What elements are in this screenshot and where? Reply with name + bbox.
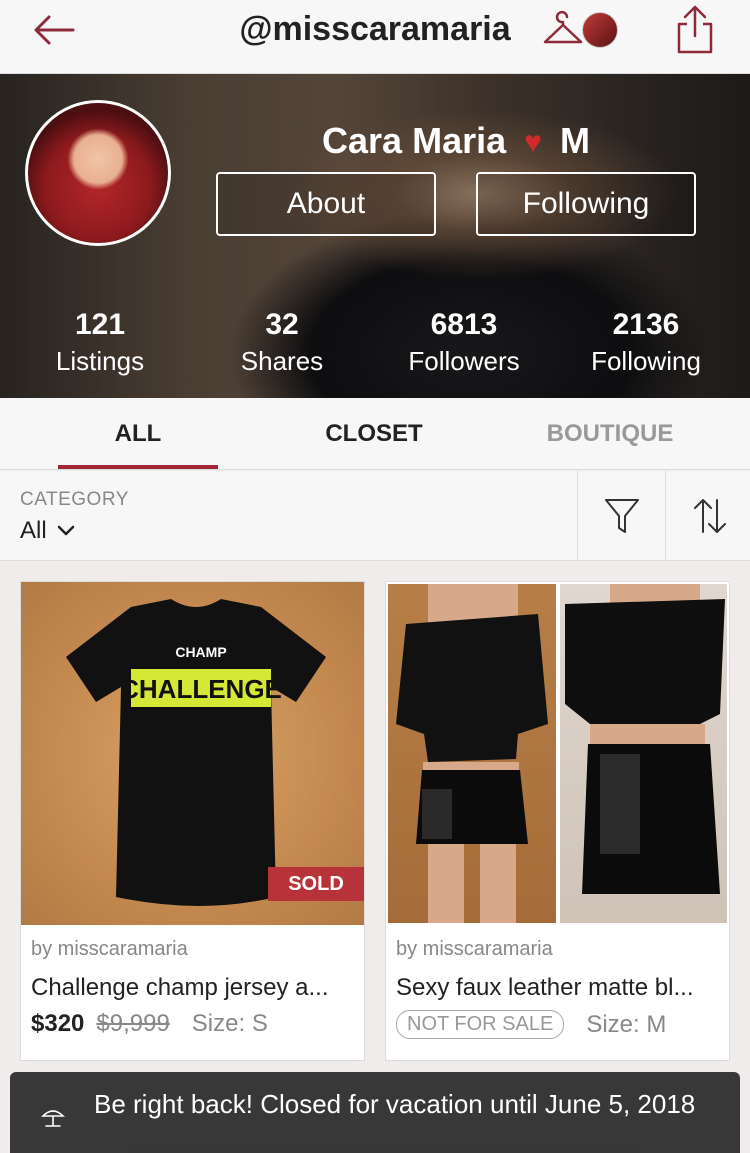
listing-title[interactable]: Challenge champ jersey a... [31,974,356,1002]
filter-icon [604,499,639,533]
category-dropdown[interactable]: All [20,517,75,545]
vacation-banner: Be right back! Closed for vacation until… [10,1072,740,1153]
listing-image[interactable] [386,582,729,925]
stat-value: 121 [74,308,126,341]
tab-closet[interactable]: CLOSET [294,398,454,470]
stat-listings[interactable]: 121 Listings [20,308,180,377]
filter-button[interactable] [577,471,665,561]
profile-name: Cara Maria ♥ M [216,120,696,162]
stat-label: Followers [408,346,520,376]
listing-price-row: NOT FOR SALE Size: M [396,1010,666,1039]
listing-size: Size: M [586,1010,667,1038]
hanger-icon [543,10,583,44]
stat-value: 2136 [612,308,680,341]
listing-card[interactable]: CHAMP CHALLENGE SOLD by misscaramaria Ch… [20,581,365,1061]
listing-original-price: $9,999 [96,1010,170,1037]
listing-image[interactable]: CHAMP CHALLENGE SOLD [21,582,364,925]
outfit-photo-back [560,584,727,923]
stat-label: Following [591,346,701,376]
sort-button[interactable] [665,471,750,561]
listing-card[interactable]: by misscaramaria Sexy faux leather matte… [385,581,730,1061]
active-tab-indicator [58,465,218,469]
listing-size: Size: S [191,1010,268,1037]
lips-icon: ♥ [524,126,542,160]
profile-cover: Cara Maria ♥ M About Following 121 Listing… [0,74,750,398]
shirt-print-top: CHAMP [175,644,226,660]
not-for-sale-badge: NOT FOR SALE [396,1010,565,1039]
listing-seller[interactable]: by misscaramaria [396,938,553,961]
sort-icon [693,499,726,533]
chevron-down-icon [57,525,74,536]
listing-seller[interactable]: by misscaramaria [31,938,188,961]
back-button[interactable] [30,10,78,50]
profile-name-text: Cara Maria [322,120,507,161]
page-title: @misscaramaria [239,10,511,48]
tab-all[interactable]: ALL [58,398,218,470]
stat-following[interactable]: 2136 Following [566,308,726,377]
top-bar: @misscaramaria [0,0,750,74]
stat-shares[interactable]: 32 Shares [202,308,362,377]
listing-title[interactable]: Sexy faux leather matte bl... [396,974,721,1002]
category-label: CATEGORY [20,489,129,510]
filter-bar: CATEGORY All [0,471,750,561]
stat-label: Listings [55,346,145,376]
profile-avatar[interactable] [25,100,171,246]
listing-price: $320 [31,1010,85,1037]
closet-tabs: ALL CLOSET BOUTIQUE [0,398,750,470]
beach-umbrella-icon [41,1110,65,1127]
sold-badge: SOLD [268,867,364,901]
category-value: All [20,517,47,544]
profile-name-suffix: M [559,120,590,161]
outfit-photo-front [388,584,556,923]
closet-avatar[interactable] [582,12,618,48]
listing-price-row: $320 $9,999 Size: S [31,1010,268,1038]
about-button[interactable]: About [216,172,436,236]
share-button[interactable] [672,4,718,56]
following-button[interactable]: Following [476,172,696,236]
shirt-print-main: CHALLENGE [120,674,282,704]
stat-value: 6813 [430,308,498,341]
stat-followers[interactable]: 6813 Followers [384,308,544,377]
hanger-button[interactable] [542,10,584,50]
share-icon [677,5,713,54]
tab-boutique[interactable]: BOUTIQUE [530,398,690,470]
stat-label: Shares [240,346,324,376]
stat-value: 32 [265,308,299,341]
vacation-message: Be right back! Closed for vacation until… [94,1089,696,1119]
back-arrow-icon [34,15,75,45]
